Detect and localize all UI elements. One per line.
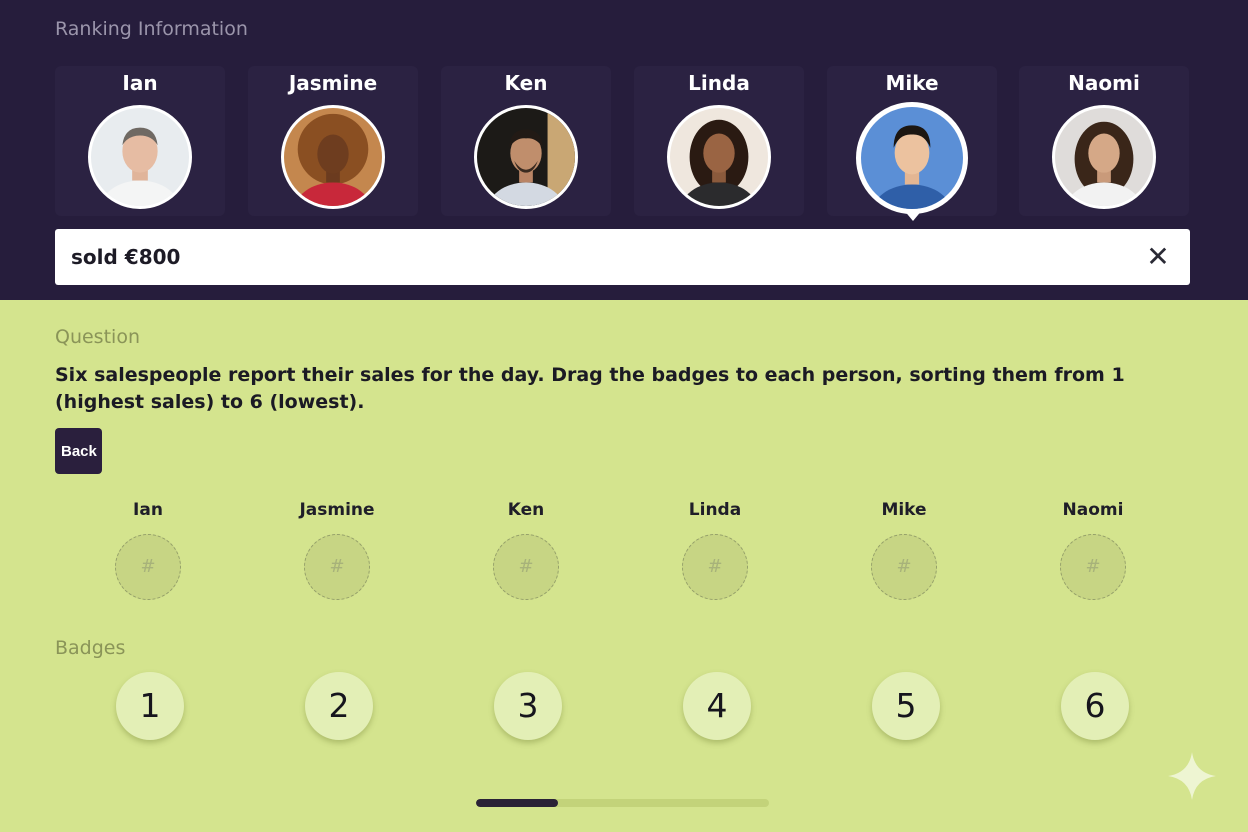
badges-label: Badges	[55, 637, 126, 659]
drop-column-naomi: Naomi #	[1033, 500, 1153, 600]
drop-slot[interactable]: #	[304, 534, 370, 600]
sparkle-icon	[1168, 752, 1216, 800]
drop-slot[interactable]: #	[115, 534, 181, 600]
person-name: Ian	[122, 71, 158, 95]
question-text: Six salespeople report their sales for t…	[55, 364, 1125, 413]
person-card-ken[interactable]: Ken	[441, 66, 611, 216]
avatar	[1052, 105, 1156, 209]
avatar	[667, 105, 771, 209]
person-name: Ken	[504, 71, 548, 95]
avatar	[474, 105, 578, 209]
progress-fill	[476, 799, 559, 807]
slot-name: Ian	[133, 500, 163, 520]
avatar	[281, 105, 385, 209]
slot-name: Mike	[881, 500, 927, 520]
person-card-ian[interactable]: Ian	[55, 66, 225, 216]
badge-1[interactable]: 1	[116, 672, 184, 740]
badge-3[interactable]: 3	[494, 672, 562, 740]
person-card-naomi[interactable]: Naomi	[1019, 66, 1189, 216]
badge-2[interactable]: 2	[305, 672, 373, 740]
badge-4[interactable]: 4	[683, 672, 751, 740]
drop-column-mike: Mike #	[844, 500, 964, 600]
person-card-mike[interactable]: Mike	[827, 66, 997, 221]
person-name: Linda	[688, 71, 750, 95]
back-button[interactable]: Back	[55, 428, 102, 474]
person-name: Naomi	[1068, 71, 1140, 95]
slot-name: Ken	[507, 500, 545, 520]
question-label: Question	[55, 326, 140, 348]
drop-column-ken: Ken #	[466, 500, 586, 600]
person-card-linda[interactable]: Linda	[634, 66, 804, 216]
person-info-bar: sold €800 ✕	[55, 229, 1190, 285]
slot-name: Linda	[688, 500, 742, 520]
person-card-jasmine[interactable]: Jasmine	[248, 66, 418, 216]
person-name: Jasmine	[288, 71, 378, 95]
selection-pointer	[903, 209, 923, 221]
avatar	[856, 102, 968, 214]
drop-column-linda: Linda #	[655, 500, 775, 600]
badge-6[interactable]: 6	[1061, 672, 1129, 740]
progress-bar	[476, 799, 769, 807]
slot-name: Naomi	[1062, 500, 1124, 520]
person-info-text: sold €800	[71, 245, 181, 269]
person-name: Mike	[885, 71, 939, 95]
ranking-panel: Ranking Information Ian Jasmine Ken Lind…	[0, 0, 1248, 300]
avatar	[88, 105, 192, 209]
drop-slot[interactable]: #	[871, 534, 937, 600]
drop-slot[interactable]: #	[682, 534, 748, 600]
slot-name: Jasmine	[299, 500, 375, 520]
drop-slot[interactable]: #	[493, 534, 559, 600]
close-icon[interactable]: ✕	[1144, 243, 1172, 271]
ranking-title: Ranking Information	[55, 18, 248, 40]
badge-5[interactable]: 5	[872, 672, 940, 740]
drop-column-jasmine: Jasmine #	[277, 500, 397, 600]
drop-slot[interactable]: #	[1060, 534, 1126, 600]
drop-column-ian: Ian #	[88, 500, 208, 600]
